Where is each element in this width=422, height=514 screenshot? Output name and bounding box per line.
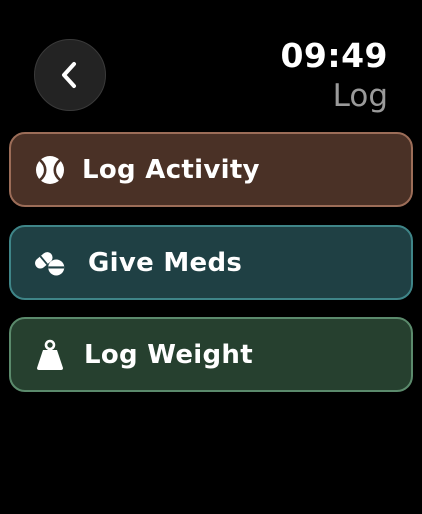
tennis-ball-icon: [34, 154, 66, 186]
give-meds-button[interactable]: Give Meds: [9, 225, 413, 300]
pills-icon: [34, 247, 66, 279]
log-activity-button[interactable]: Log Activity: [9, 132, 413, 207]
weight-icon: [34, 339, 66, 371]
back-button[interactable]: [34, 39, 106, 111]
chevron-left-icon: [57, 60, 83, 90]
log-activity-label: Log Activity: [82, 154, 260, 185]
clock-time: 09:49: [280, 36, 388, 75]
log-weight-button[interactable]: Log Weight: [9, 317, 413, 392]
page-title: Log: [332, 78, 388, 114]
give-meds-label: Give Meds: [88, 247, 243, 278]
log-weight-label: Log Weight: [84, 339, 253, 370]
